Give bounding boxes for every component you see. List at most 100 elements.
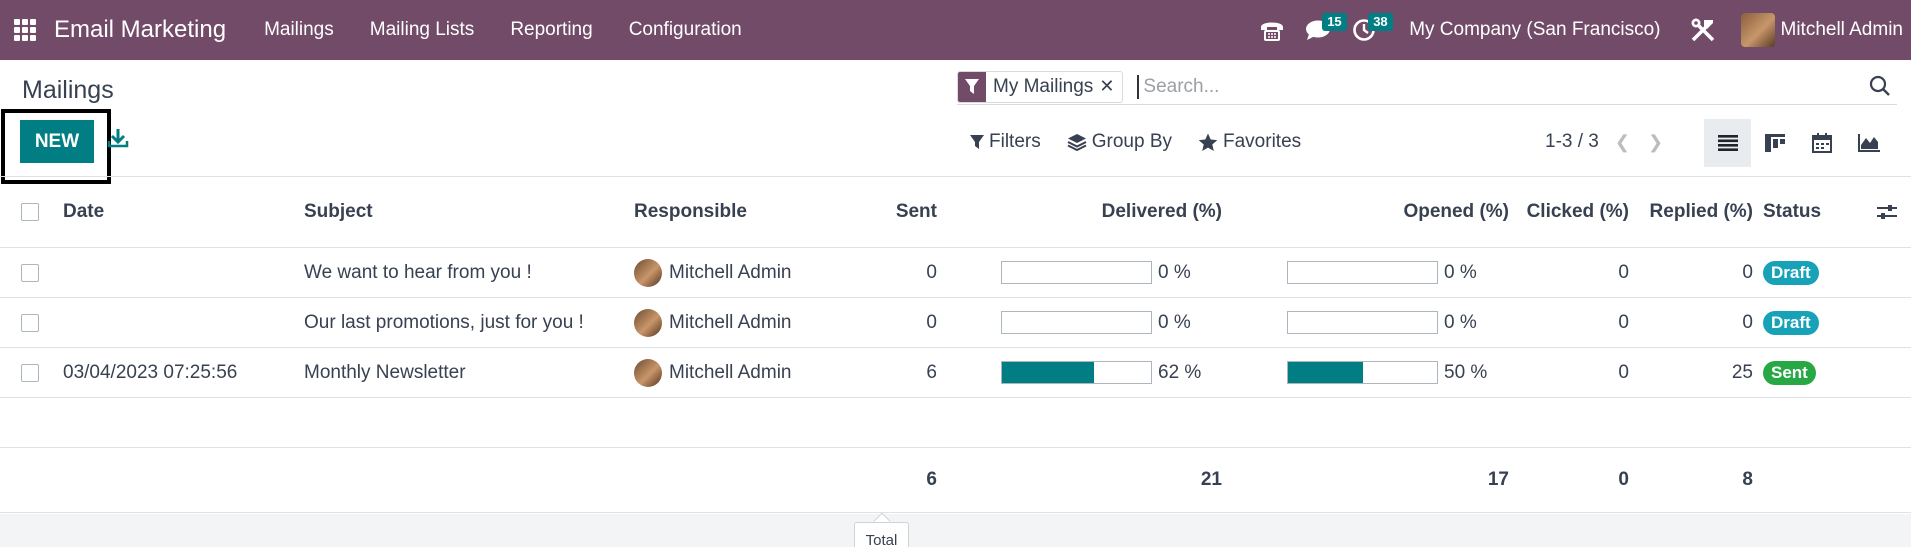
cell-sent: 0 <box>926 261 937 283</box>
search-facet[interactable]: My Mailings ✕ <box>957 70 1124 103</box>
select-all-checkbox[interactable] <box>21 203 39 221</box>
column-subject[interactable]: Subject <box>304 177 373 247</box>
activities-badge: 38 <box>1368 13 1393 31</box>
total-clicked: 0 <box>1618 469 1629 490</box>
column-date[interactable]: Date <box>63 177 104 247</box>
list-view-icon[interactable] <box>1704 119 1751 167</box>
pager-previous-icon[interactable]: ❮ <box>1615 132 1630 153</box>
calendar-view-icon[interactable] <box>1798 119 1845 167</box>
table-footer-totals: 6 21 17 0 8 <box>0 448 1911 513</box>
menu-mailings[interactable]: Mailings <box>246 19 352 41</box>
responsible-name: Mitchell Admin <box>669 361 792 383</box>
pager: 1-3 / 3 ❮ ❯ <box>1545 131 1663 153</box>
facet-remove-icon[interactable]: ✕ <box>1099 76 1122 97</box>
cell-delivered: 62 % <box>1001 348 1201 397</box>
table-row[interactable]: Our last promotions, just for you ! Mitc… <box>0 298 1911 348</box>
empty-row <box>0 398 1911 448</box>
table-row[interactable]: We want to hear from you ! Mitchell Admi… <box>0 248 1911 298</box>
status-badge: Sent <box>1763 360 1816 385</box>
total-replied: 8 <box>1742 469 1753 490</box>
column-opened[interactable]: Opened (%) <box>1340 177 1509 247</box>
cell-replied: 0 <box>1742 261 1753 283</box>
cell-clicked: 0 <box>1618 261 1629 283</box>
filters-button[interactable]: Filters <box>970 131 1041 153</box>
search-options: Filters Group By Favorites <box>970 131 1327 153</box>
delivered-percent: 0 % <box>1158 311 1191 333</box>
cell-replied: 25 <box>1731 361 1753 383</box>
cell-subject: Our last promotions, just for you ! <box>304 311 584 333</box>
column-clicked[interactable]: Clicked (%) <box>1515 177 1629 247</box>
menu-reporting[interactable]: Reporting <box>492 19 610 41</box>
cell-opened: 50 % <box>1287 348 1487 397</box>
menu-configuration[interactable]: Configuration <box>611 19 760 41</box>
opened-percent: 0 % <box>1444 261 1477 283</box>
column-delivered[interactable]: Delivered (%) <box>1050 177 1222 247</box>
filters-label: Filters <box>989 131 1041 152</box>
cell-status: Draft <box>1763 298 1819 347</box>
favorites-label: Favorites <box>1223 131 1302 152</box>
column-responsible[interactable]: Responsible <box>634 177 747 247</box>
status-badge: Draft <box>1763 310 1819 335</box>
debug-tools-icon[interactable] <box>1683 16 1723 44</box>
cell-delivered: 0 % <box>1001 248 1191 297</box>
menu-mailing-lists[interactable]: Mailing Lists <box>352 19 493 41</box>
optional-columns-icon[interactable] <box>1877 177 1897 247</box>
cell-replied: 0 <box>1742 311 1753 333</box>
column-status[interactable]: Status <box>1763 177 1821 247</box>
opened-percent: 50 % <box>1444 361 1488 383</box>
progress-fill <box>1288 362 1363 383</box>
cell-subject: We want to hear from you ! <box>304 261 532 283</box>
delivered-percent: 0 % <box>1158 261 1191 283</box>
table-row[interactable]: 03/04/2023 07:25:56 Monthly Newsletter M… <box>0 348 1911 398</box>
opened-progress-bar <box>1287 311 1438 334</box>
cell-sent: 6 <box>926 361 937 383</box>
avatar <box>1740 13 1775 47</box>
column-sent[interactable]: Sent <box>860 177 937 247</box>
list-background <box>0 514 1911 547</box>
graph-view-icon[interactable] <box>1845 119 1892 167</box>
status-badge: Draft <box>1763 260 1819 285</box>
favorites-button[interactable]: Favorites <box>1198 131 1301 153</box>
row-checkbox[interactable] <box>21 313 39 332</box>
systray: 15 38 My Company (San Francisco) Mitchel… <box>1249 0 1911 60</box>
column-replied[interactable]: Replied (%) <box>1640 177 1753 247</box>
download-icon[interactable] <box>107 127 129 154</box>
top-navbar: Email Marketing Mailings Mailing Lists R… <box>0 0 1911 60</box>
delivered-progress-bar <box>1001 361 1152 384</box>
app-brand[interactable]: Email Marketing <box>54 16 226 44</box>
responsible-name: Mitchell Admin <box>669 311 792 333</box>
cell-status: Draft <box>1763 248 1819 297</box>
row-checkbox-cell <box>21 298 39 347</box>
kanban-view-icon[interactable] <box>1751 119 1798 167</box>
pager-value[interactable]: 1-3 / 3 <box>1545 131 1599 153</box>
view-switcher <box>1704 119 1892 167</box>
search-icon[interactable] <box>1869 75 1891 102</box>
new-button[interactable]: NEW <box>20 120 94 163</box>
cell-sent: 0 <box>926 311 937 333</box>
row-checkbox-cell <box>21 348 39 397</box>
select-all-cell <box>21 177 39 247</box>
user-name: Mitchell Admin <box>1780 19 1904 40</box>
company-switcher[interactable]: My Company (San Francisco) <box>1409 19 1660 41</box>
cell-responsible: Mitchell Admin <box>634 248 792 297</box>
pager-next-icon[interactable]: ❯ <box>1648 132 1663 153</box>
total-sent: 6 <box>926 469 937 490</box>
avatar <box>634 358 662 387</box>
row-checkbox[interactable] <box>21 363 39 382</box>
search-input[interactable] <box>1137 74 1838 99</box>
row-checkbox-cell <box>21 248 39 297</box>
opened-progress-bar <box>1287 261 1438 284</box>
activities-icon[interactable]: 38 <box>1341 0 1393 60</box>
search-bar: My Mailings ✕ <box>957 69 1897 105</box>
total-opened: 17 <box>1487 469 1509 490</box>
responsible-name: Mitchell Admin <box>669 261 792 283</box>
delivered-progress-bar <box>1001 261 1152 284</box>
user-menu[interactable]: Mitchell Admin <box>1740 13 1904 47</box>
apps-menu-icon[interactable] <box>14 19 36 41</box>
group-by-button[interactable]: Group By <box>1067 131 1172 153</box>
cell-responsible: Mitchell Admin <box>634 298 792 347</box>
phone-icon[interactable] <box>1249 0 1295 60</box>
row-checkbox[interactable] <box>21 263 39 282</box>
messages-icon[interactable]: 15 <box>1295 0 1347 60</box>
star-icon <box>1198 133 1218 151</box>
